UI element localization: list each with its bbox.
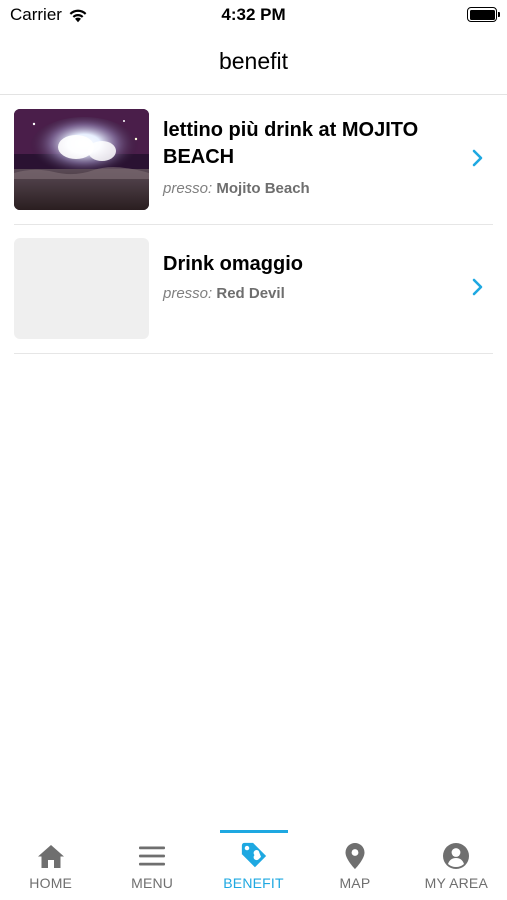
tab-benefit[interactable]: BENEFIT: [203, 830, 304, 900]
benefit-thumbnail-placeholder: [14, 238, 149, 339]
venue-name: Mojito Beach: [216, 180, 310, 197]
benefit-title: lettino più drink at MOJITO BEACH: [163, 119, 419, 168]
presso-label: presso:: [163, 180, 213, 197]
presso-label: presso:: [163, 285, 213, 302]
navigation-bar: benefit: [0, 32, 507, 95]
tab-label: MAP: [339, 875, 371, 891]
tab-menu[interactable]: MENU: [101, 830, 202, 900]
menu-icon: [138, 842, 166, 870]
map-pin-icon: [341, 842, 369, 870]
benefit-list: lettino più drink at MOJITO BEACH presso…: [0, 96, 507, 354]
benefit-location: presso: Mojito Beach: [163, 180, 310, 197]
clock: 4:32 PM: [221, 5, 286, 24]
tab-home[interactable]: HOME: [0, 830, 101, 900]
chevron-right-icon: [472, 149, 483, 167]
home-icon: [37, 842, 65, 870]
tab-label: BENEFIT: [223, 875, 284, 891]
page-title: benefit: [218, 48, 289, 74]
benefit-row[interactable]: Drink omaggio presso: Red Devil: [14, 225, 493, 354]
tab-label: HOME: [29, 875, 73, 891]
active-tab-indicator: [219, 830, 288, 833]
tab-bar: HOME MENU BENEFIT MAP MY AREA: [0, 830, 507, 900]
status-bar: Carrier 4:32 PM: [0, 0, 507, 32]
tab-label: MENU: [131, 875, 174, 891]
battery-icon: [467, 7, 500, 22]
benefit-thumbnail: [14, 109, 149, 210]
tab-label: MY AREA: [424, 875, 489, 891]
tab-map[interactable]: MAP: [304, 830, 405, 900]
venue-name: Red Devil: [216, 285, 285, 302]
benefit-row[interactable]: lettino più drink at MOJITO BEACH presso…: [14, 96, 493, 225]
tab-my-area[interactable]: MY AREA: [406, 830, 507, 900]
account-icon: [442, 842, 470, 870]
tag-icon: [240, 842, 268, 870]
chevron-right-icon: [472, 278, 483, 296]
benefit-title: Drink omaggio: [163, 253, 304, 275]
benefit-location: presso: Red Devil: [163, 285, 285, 302]
